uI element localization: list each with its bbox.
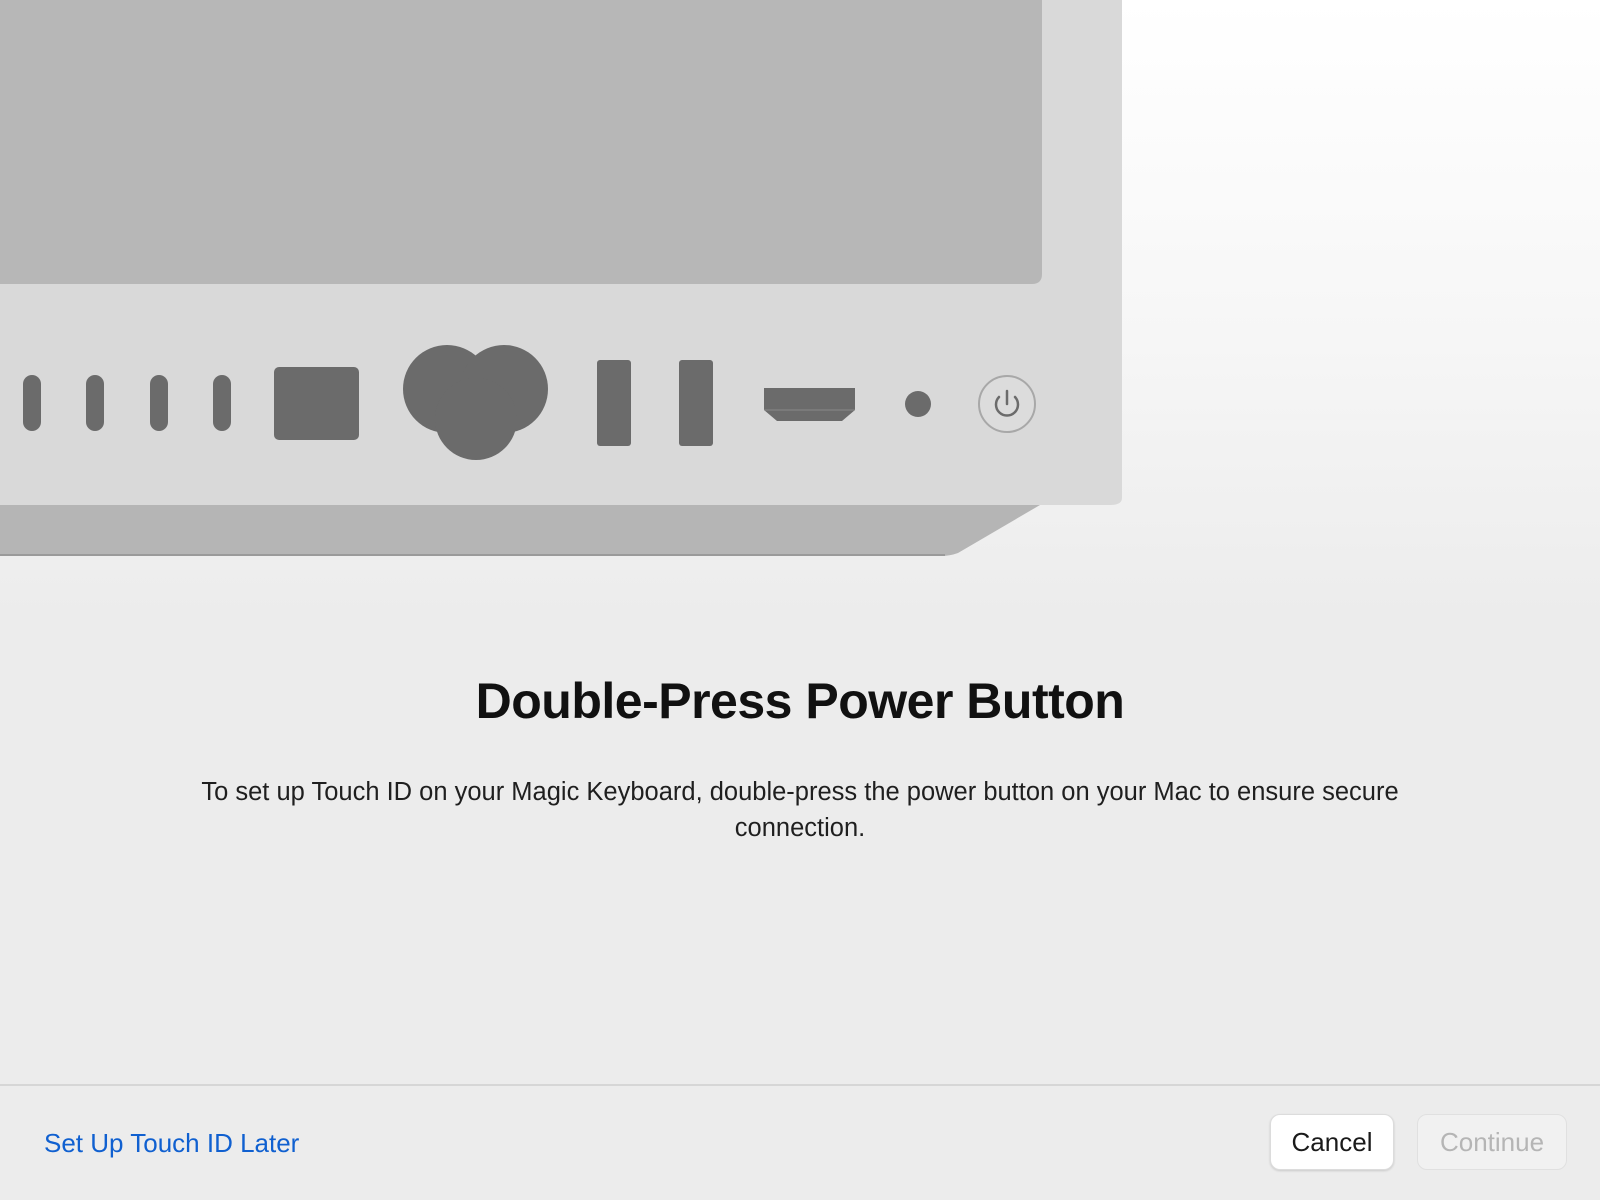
set-up-later-link[interactable]: Set Up Touch ID Later <box>44 1128 299 1159</box>
usb-c-port <box>23 375 41 431</box>
hdmi-port <box>764 388 855 421</box>
ethernet-port <box>274 367 359 440</box>
usb-a-port <box>679 360 713 446</box>
page-title: Double-Press Power Button <box>475 673 1125 729</box>
device-top-panel <box>0 0 1042 284</box>
device-base <box>0 505 1040 556</box>
power-button-icon <box>978 375 1036 433</box>
usb-c-port <box>150 375 168 431</box>
power-inlet-bottom <box>435 378 517 460</box>
instruction-text: To set up Touch ID on your Magic Keyboar… <box>201 778 1399 842</box>
usb-c-port <box>86 375 104 431</box>
mac-studio-back-illustration <box>0 0 1122 556</box>
usb-c-port <box>213 375 231 431</box>
cancel-button[interactable]: Cancel <box>1270 1114 1394 1170</box>
headphone-jack <box>905 391 931 417</box>
continue-button[interactable]: Continue <box>1417 1114 1567 1170</box>
touch-id-setup-window: Double-Press Power Button To set up Touc… <box>0 0 1600 1200</box>
usb-a-port <box>597 360 631 446</box>
